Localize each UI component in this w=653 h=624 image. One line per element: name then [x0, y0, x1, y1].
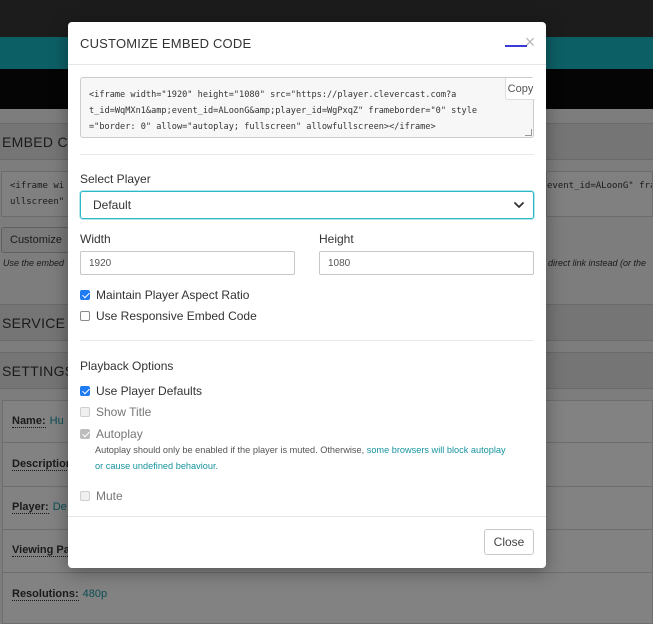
- modal-footer-divider: [68, 516, 546, 517]
- height-input[interactable]: [319, 251, 534, 275]
- copy-underline: [505, 45, 527, 47]
- chevron-down-icon: [514, 202, 524, 208]
- show-title-label: Show Title: [96, 405, 152, 419]
- responsive-embed-row[interactable]: Use Responsive Embed Code: [80, 309, 257, 325]
- use-defaults-row[interactable]: Use Player Defaults: [80, 384, 202, 400]
- divider: [80, 154, 534, 155]
- background-note-left: Use the embed: [3, 258, 65, 268]
- autoplay-note-text: Autoplay should only be enabled if the p…: [95, 445, 365, 455]
- mute-row: Mute: [80, 489, 123, 505]
- background-field-description: Description: [12, 458, 73, 471]
- player-select-value: Default: [93, 198, 132, 212]
- width-input[interactable]: [80, 251, 295, 275]
- maintain-aspect-checkbox[interactable]: [80, 290, 90, 300]
- autoplay-row: Autoplay: [80, 427, 143, 443]
- mute-label: Mute: [96, 489, 123, 503]
- close-icon[interactable]: ×: [520, 31, 540, 53]
- background-embed-code-left: <iframe wi ullscreen": [1, 171, 69, 217]
- customize-embed-modal: CUSTOMIZE EMBED CODE × <iframe width="19…: [68, 22, 546, 568]
- maintain-aspect-label: Maintain Player Aspect Ratio: [96, 288, 250, 302]
- background-field-name: Name: Hu: [12, 415, 64, 428]
- background-field-viewing: Viewing Pa: [12, 544, 70, 557]
- autoplay-checkbox: [80, 429, 90, 439]
- select-player-label: Select Player: [80, 172, 151, 186]
- playback-options-title: Playback Options: [80, 359, 174, 373]
- autoplay-help-text: Autoplay should only be enabled if the p…: [95, 442, 515, 474]
- mute-checkbox: [80, 491, 90, 501]
- responsive-embed-label: Use Responsive Embed Code: [96, 309, 257, 323]
- close-button[interactable]: Close: [484, 529, 534, 555]
- background-settings-section-title: SETTINGS: [2, 363, 75, 379]
- show-title-checkbox: [80, 407, 90, 417]
- responsive-embed-checkbox[interactable]: [80, 311, 90, 321]
- maintain-aspect-row[interactable]: Maintain Player Aspect Ratio: [80, 288, 249, 304]
- modal-title: CUSTOMIZE EMBED CODE: [80, 36, 252, 51]
- divider: [80, 340, 534, 341]
- use-defaults-checkbox[interactable]: [80, 386, 90, 396]
- background-field-player: Player: De: [12, 501, 67, 514]
- autoplay-label: Autoplay: [96, 427, 143, 441]
- background-field-resolutions: Resolutions: 480p: [12, 588, 108, 601]
- width-label: Width: [80, 232, 111, 246]
- player-select[interactable]: Default: [80, 191, 534, 219]
- height-label: Height: [319, 232, 354, 246]
- use-defaults-label: Use Player Defaults: [96, 384, 203, 398]
- background-customize-button: Customize: [1, 227, 71, 253]
- background-embed-code-right: event_id=ALoonG" fra: [546, 171, 653, 217]
- background-divider: [2, 572, 653, 573]
- resize-handle-icon[interactable]: [525, 129, 532, 136]
- embed-code-textarea[interactable]: <iframe width="1920" height="1080" src="…: [80, 77, 535, 138]
- modal-header: CUSTOMIZE EMBED CODE ×: [68, 22, 546, 65]
- embed-code-text: <iframe width="1920" height="1080" src="…: [89, 90, 478, 132]
- show-title-row: Show Title: [80, 405, 151, 421]
- background-note-right: direct link instead (or the: [548, 258, 647, 268]
- copy-button[interactable]: Copy: [505, 78, 535, 100]
